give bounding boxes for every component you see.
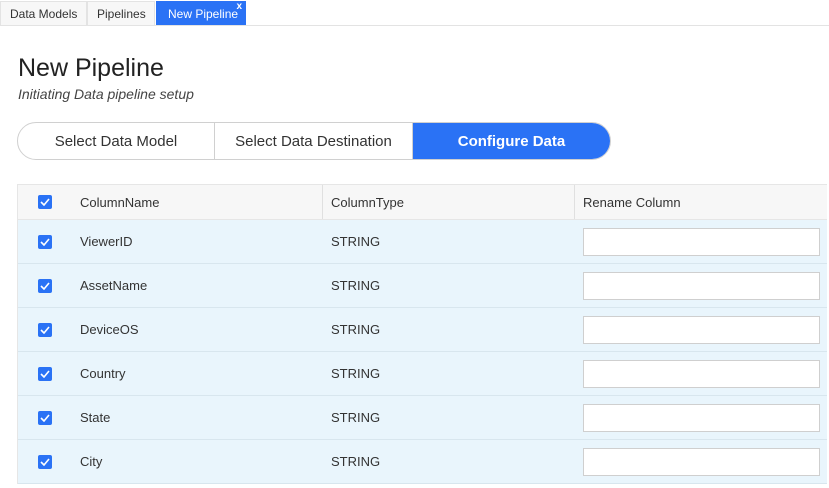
- step-select-data-destination[interactable]: Select Data Destination: [215, 123, 413, 159]
- step-select-data-model[interactable]: Select Data Model: [18, 123, 215, 159]
- column-type-cell: STRING: [331, 454, 381, 469]
- close-icon[interactable]: x: [236, 0, 242, 19]
- checkmark-icon: [40, 369, 50, 378]
- table-row: ViewerID STRING: [18, 220, 827, 264]
- header-rename-column: Rename Column: [574, 185, 823, 219]
- tab-data-models[interactable]: Data Models: [0, 1, 87, 25]
- row-checkbox[interactable]: [38, 454, 52, 469]
- column-name-cell: AssetName: [80, 278, 148, 293]
- tab-label: New Pipeline: [168, 7, 239, 21]
- column-name-cell: DeviceOS: [80, 322, 139, 337]
- select-all-checkbox[interactable]: [38, 195, 52, 209]
- checkmark-icon: [40, 237, 50, 246]
- table-row: DeviceOS STRING: [18, 308, 827, 352]
- column-name-cell: Country: [80, 366, 126, 381]
- column-name-cell: City: [80, 454, 103, 469]
- column-type-cell: STRING: [331, 234, 381, 249]
- table-header: ColumnName ColumnType Rename Column: [18, 184, 827, 220]
- checkmark-icon: [40, 198, 50, 206]
- rename-input[interactable]: [583, 271, 820, 300]
- header-column-name: ColumnName: [80, 194, 160, 210]
- tab-new-pipeline[interactable]: New Pipeline x: [156, 1, 246, 25]
- table-row: AssetName STRING: [18, 264, 827, 308]
- column-name-cell: ViewerID: [80, 234, 133, 249]
- page-subtitle: Initiating Data pipeline setup: [18, 86, 194, 102]
- rename-input[interactable]: [583, 315, 820, 344]
- row-checkbox[interactable]: [38, 366, 52, 381]
- checkmark-icon: [40, 457, 50, 466]
- column-type-cell: STRING: [331, 278, 381, 293]
- page-title: New Pipeline: [18, 54, 164, 82]
- table-row: City STRING: [18, 440, 827, 484]
- checkmark-icon: [40, 413, 50, 422]
- tab-label: Data Models: [10, 7, 78, 21]
- header-checkbox-cell: [38, 185, 58, 219]
- wizard-stepper: Select Data Model Select Data Destinatio…: [17, 122, 611, 160]
- tab-bar: Data Models Pipelines New Pipeline x: [0, 0, 829, 26]
- column-type-cell: STRING: [331, 322, 381, 337]
- table-row: Country STRING: [18, 352, 827, 396]
- column-type-cell: STRING: [331, 366, 381, 381]
- checkmark-icon: [40, 325, 50, 334]
- rename-input[interactable]: [583, 227, 820, 256]
- rename-input[interactable]: [583, 403, 820, 432]
- checkmark-icon: [40, 281, 50, 290]
- row-checkbox[interactable]: [38, 278, 52, 293]
- tab-label: Pipelines: [97, 7, 146, 21]
- header-column-type: ColumnType: [322, 185, 571, 219]
- rename-input[interactable]: [583, 359, 820, 388]
- columns-table: ColumnName ColumnType Rename Column View…: [17, 184, 827, 484]
- row-checkbox[interactable]: [38, 410, 52, 425]
- tab-pipelines[interactable]: Pipelines: [87, 1, 155, 25]
- table-row: State STRING: [18, 396, 827, 440]
- row-checkbox[interactable]: [38, 322, 52, 337]
- column-name-cell: State: [80, 410, 111, 425]
- step-configure-data[interactable]: Configure Data: [413, 123, 610, 159]
- row-checkbox[interactable]: [38, 234, 52, 249]
- rename-input[interactable]: [583, 447, 820, 476]
- column-type-cell: STRING: [331, 410, 381, 425]
